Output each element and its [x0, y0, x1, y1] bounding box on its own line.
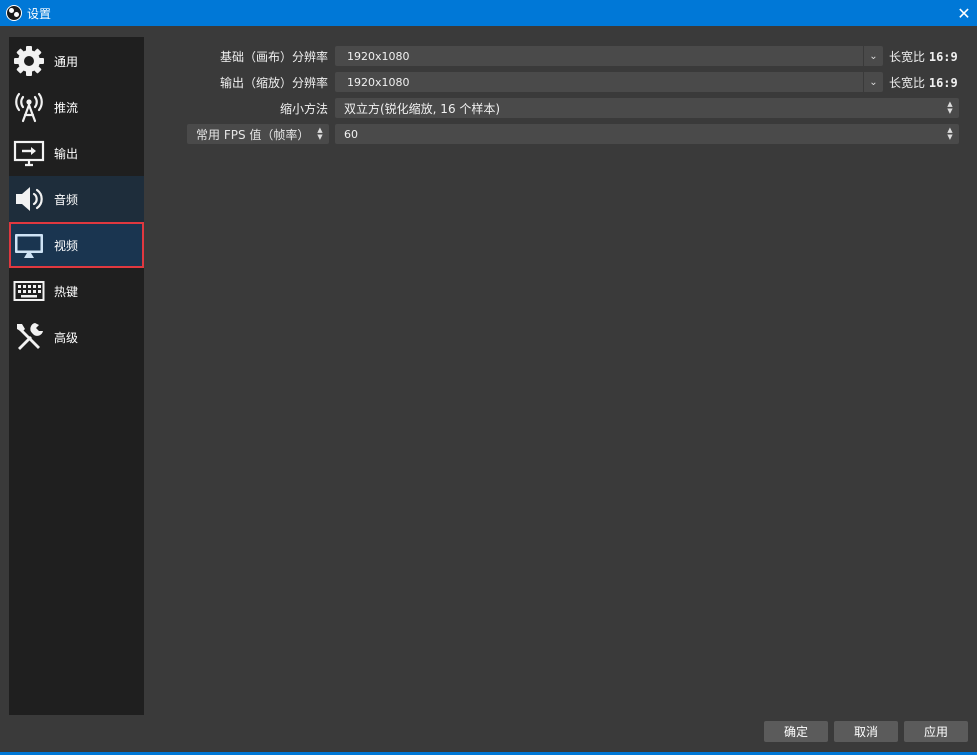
sidebar-item-label: 高级 — [54, 330, 79, 345]
aspect-value: 16:9 — [928, 76, 958, 90]
downscale-filter-label: 缩小方法 — [279, 102, 328, 116]
sidebar-item-label: 输出 — [54, 146, 79, 161]
fps-type-select[interactable]: 常用 FPS 值（帧率） ▲ ▼ — [187, 124, 329, 144]
sidebar-item-stream[interactable]: 推流 — [9, 84, 144, 130]
output-resolution-value[interactable]: 1920x1080 — [335, 76, 863, 89]
aspect-label: 长宽比 — [889, 76, 926, 90]
output-resolution-combo[interactable]: 1920x1080 ⌄ — [335, 72, 883, 92]
ok-button[interactable]: 确定 — [764, 721, 828, 742]
base-resolution-value[interactable]: 1920x1080 — [335, 50, 863, 63]
chevron-down-icon[interactable]: ⌄ — [863, 72, 883, 92]
base-aspect-ratio: 长宽比 16:9 — [889, 48, 958, 65]
chevron-down-icon[interactable]: ⌄ — [863, 46, 883, 66]
sidebar-item-label: 通用 — [54, 54, 79, 69]
output-aspect-ratio: 长宽比 16:9 — [889, 74, 958, 91]
aspect-value: 16:9 — [928, 50, 958, 64]
base-resolution-combo[interactable]: 1920x1080 ⌄ — [335, 46, 883, 66]
downscale-filter-select[interactable]: 双立方(锐化缩放, 16 个样本) ▲ ▼ — [335, 98, 959, 118]
updown-arrows-icon[interactable]: ▲ ▼ — [941, 98, 959, 118]
gear-icon — [12, 44, 46, 78]
output-monitor-icon — [12, 136, 46, 170]
obs-logo-icon — [6, 5, 22, 21]
fps-value-select[interactable]: 60 ▲ ▼ — [335, 124, 959, 144]
title-bar: 设置 ✕ — [0, 0, 977, 26]
keyboard-icon — [12, 274, 46, 308]
settings-sidebar: 通用 推流 输出 音频 视频 热键 高级 — [9, 37, 144, 715]
sidebar-item-hotkeys[interactable]: 热键 — [9, 268, 144, 314]
tools-icon — [12, 320, 46, 354]
fps-type-value: 常用 FPS 值（帧率） — [196, 127, 310, 142]
cancel-button[interactable]: 取消 — [834, 721, 898, 742]
close-button[interactable]: ✕ — [951, 0, 977, 26]
sidebar-item-label: 音频 — [54, 192, 79, 207]
sidebar-item-general[interactable]: 通用 — [9, 38, 144, 84]
sidebar-item-output[interactable]: 输出 — [9, 130, 144, 176]
fps-value: 60 — [344, 127, 358, 141]
base-resolution-label: 基础（画布）分辨率 — [219, 50, 328, 64]
sidebar-item-label: 推流 — [54, 100, 79, 115]
sidebar-item-video[interactable]: 视频 — [9, 222, 144, 268]
sidebar-item-label: 视频 — [54, 238, 79, 253]
window-title: 设置 — [27, 6, 52, 21]
sidebar-item-audio[interactable]: 音频 — [9, 176, 144, 222]
apply-button[interactable]: 应用 — [904, 721, 968, 742]
aspect-label: 长宽比 — [889, 50, 926, 64]
output-resolution-label: 输出（缩放）分辨率 — [219, 76, 328, 90]
speaker-icon — [12, 182, 46, 216]
updown-arrows-icon[interactable]: ▲ ▼ — [941, 124, 959, 144]
broadcast-antenna-icon — [12, 90, 46, 124]
sidebar-item-label: 热键 — [54, 284, 79, 299]
sidebar-item-advanced[interactable]: 高级 — [9, 314, 144, 360]
downscale-filter-value: 双立方(锐化缩放, 16 个样本) — [344, 101, 501, 116]
monitor-icon — [12, 228, 46, 262]
updown-arrows-icon[interactable]: ▲ ▼ — [311, 124, 329, 144]
